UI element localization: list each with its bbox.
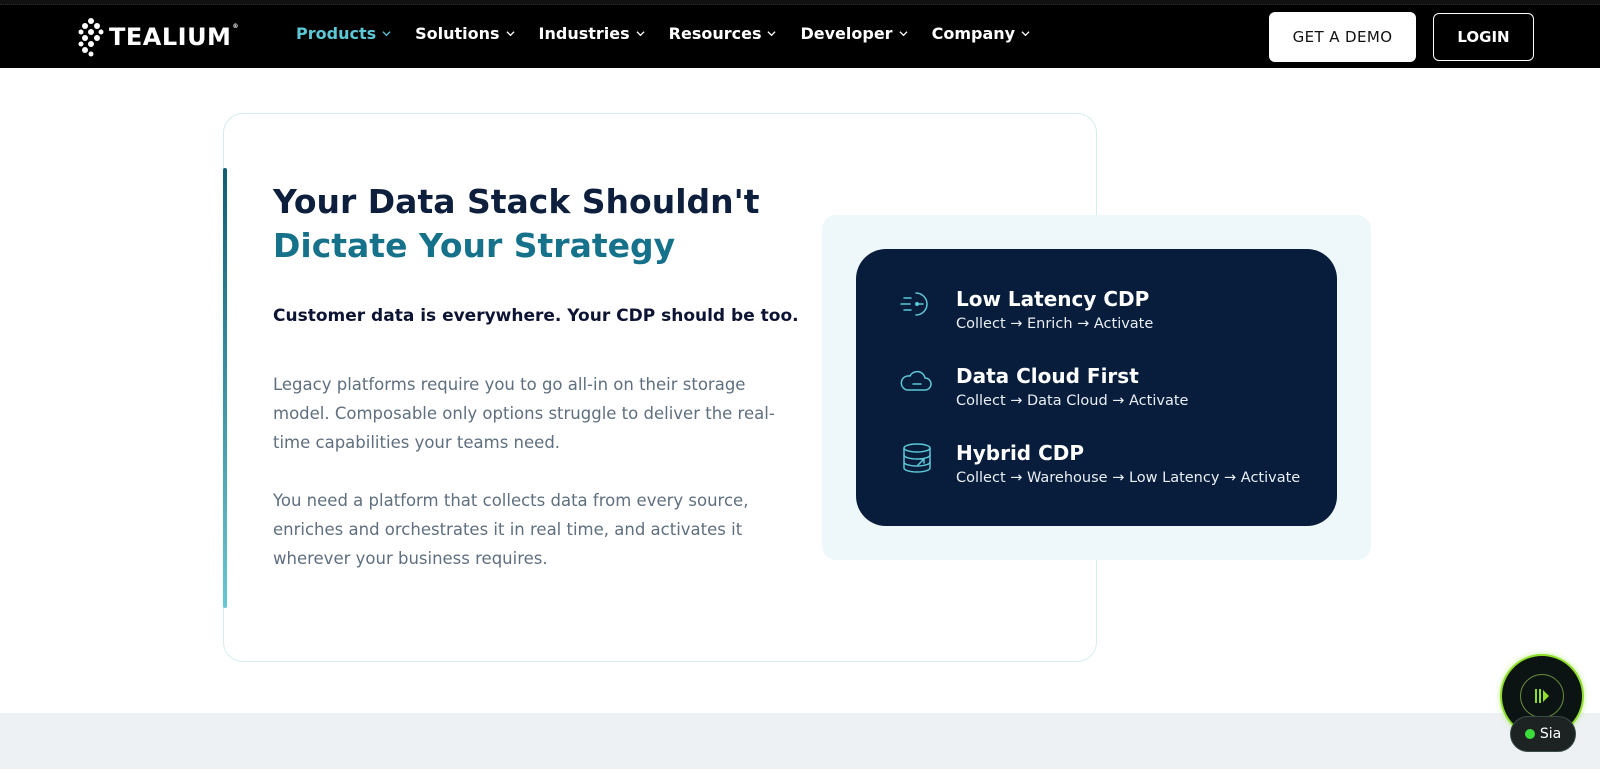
nav-company-label: Company — [931, 24, 1016, 43]
feature-subtitle: Collect → Data Cloud → Activate — [956, 393, 1189, 409]
chevron-down-icon — [636, 31, 645, 37]
online-status-dot — [1524, 729, 1535, 739]
login-button[interactable]: LOGIN — [1433, 13, 1534, 61]
headline-line-2: Dictate Your Strategy — [273, 226, 676, 265]
sia-play-icon[interactable] — [1520, 674, 1564, 718]
sia-label: Sia — [1539, 726, 1562, 742]
logo-wordmark: TEALIUM® — [109, 23, 239, 51]
accent-bar — [223, 168, 227, 608]
feature-text: Low Latency CDP Collect → Enrich → Activ… — [956, 287, 1153, 332]
nav-solutions[interactable]: Solutions — [415, 24, 515, 43]
body-paragraph-2: You need a platform that collects data f… — [273, 491, 749, 568]
chevron-down-icon — [382, 31, 391, 37]
nav-resources[interactable]: Resources — [669, 24, 777, 43]
chevron-down-icon — [767, 31, 777, 37]
get-a-demo-button[interactable]: GET A DEMO — [1269, 12, 1416, 62]
feature-text: Data Cloud First Collect → Data Cloud → … — [956, 364, 1188, 409]
speed-clock-icon — [900, 292, 928, 316]
chevron-down-icon — [505, 31, 515, 37]
chevron-down-icon — [899, 31, 908, 37]
nav-resources-label: Resources — [668, 24, 762, 43]
nav-industries-label: Industries — [538, 24, 630, 43]
nav-products-label: Products — [296, 24, 377, 43]
sia-status-pill[interactable]: Sia — [1510, 716, 1576, 752]
feature-text: Hybrid CDP Collect → Warehouse → Low Lat… — [956, 441, 1300, 486]
next-section-band — [0, 713, 1600, 769]
tealium-logo[interactable]: TEALIUM® — [77, 17, 239, 57]
top-navigation-bar: TEALIUM® Products Solutions Industries R… — [0, 0, 1600, 68]
headline-line-1: Your Data Stack Shouldn't — [273, 182, 760, 221]
nav-industries[interactable]: Industries — [539, 24, 645, 43]
database-icon — [903, 443, 931, 473]
cloud-icon — [900, 370, 932, 391]
feature-title: Data Cloud First — [956, 364, 1139, 388]
chevron-down-icon — [1021, 31, 1030, 37]
feature-title: Hybrid CDP — [956, 441, 1085, 465]
feature-hybrid-cdp: Hybrid CDP Collect → Warehouse → Low Lat… — [898, 441, 1300, 486]
nav-products[interactable]: Products — [296, 24, 391, 43]
nav-developer-label: Developer — [800, 24, 893, 43]
feature-subtitle: Collect → Warehouse → Low Latency → Acti… — [956, 470, 1301, 486]
nav-developer[interactable]: Developer — [800, 24, 908, 43]
feature-data-cloud-first: Data Cloud First Collect → Data Cloud → … — [898, 364, 1188, 409]
body-paragraph-1: Legacy platforms require you to go all-i… — [273, 375, 775, 452]
nav-solutions-label: Solutions — [415, 24, 500, 43]
tealium-logo-icon — [78, 18, 104, 57]
subheadline: Customer data is everywhere. Your CDP sh… — [273, 306, 799, 326]
page-headline: Your Data Stack Shouldn't Dictate Your S… — [273, 180, 793, 268]
main-menu: Products Solutions Industries Resources … — [296, 24, 1054, 43]
feature-low-latency-cdp: Low Latency CDP Collect → Enrich → Activ… — [898, 287, 1153, 332]
nav-company[interactable]: Company — [932, 24, 1030, 43]
audio-wave-icon — [1535, 689, 1549, 703]
feature-subtitle: Collect → Enrich → Activate — [956, 316, 1154, 332]
feature-title: Low Latency CDP — [956, 287, 1150, 311]
top-edge-strip — [0, 0, 1600, 5]
